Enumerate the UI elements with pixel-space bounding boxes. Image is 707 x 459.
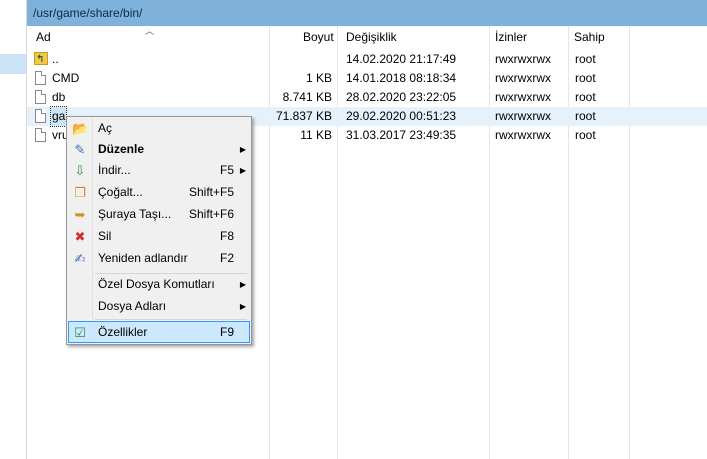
menu-item-file-names[interactable]: Dosya Adları ▶ [69, 296, 249, 317]
sort-ascending-icon: ︿ [145, 26, 155, 36]
left-panel-selection [0, 54, 26, 74]
menu-item-duplicate[interactable]: ❐ Çoğalt... Shift+F5 [69, 182, 249, 203]
menu-item-open[interactable]: 📂 Aç [69, 118, 249, 139]
submenu-arrow-icon: ▶ [239, 145, 246, 154]
file-size: 1 KB [305, 71, 332, 85]
column-name[interactable]: Ad [36, 26, 51, 48]
left-panel-strip[interactable] [0, 0, 27, 459]
menu-item-download[interactable]: ⇩ İndir... F5 ▶ [69, 160, 249, 181]
file-name: .. [52, 52, 59, 66]
menu-item-edit[interactable]: ✎ Düzenle ▶ [69, 139, 249, 160]
file-owner: root [575, 71, 596, 85]
menu-item-rename[interactable]: ✍ Yeniden adlandır F2 [69, 248, 249, 269]
menu-item-label: Çoğalt... [98, 185, 143, 199]
menu-item-label: Aç [98, 121, 113, 135]
file-size: 71.837 KB [275, 109, 332, 123]
download-icon: ⇩ [74, 163, 86, 178]
submenu-arrow-icon: ▶ [239, 166, 246, 175]
file-modified: 29.02.2020 00:51:23 [346, 109, 457, 123]
file-size: 8.741 KB [282, 90, 332, 104]
column-header: Ad ︿ Boyut Değişiklik İzinler Sahip [27, 26, 707, 48]
file-name: ga [49, 106, 68, 127]
file-permissions: rwxrwxrwx [495, 52, 551, 66]
menu-item-properties[interactable]: ☑ Özellikler F9 [68, 321, 250, 343]
file-row[interactable]: CMD 1 KB 14.01.2018 08:18:34 rwxrwxrwx r… [27, 69, 707, 88]
duplicate-icon: ❐ [74, 185, 86, 200]
submenu-arrow-icon: ▶ [239, 302, 246, 311]
menu-item-label: Yeniden adlandır [98, 251, 188, 265]
menu-item-move[interactable]: ➥ Şuraya Taşı... Shift+F6 [69, 204, 249, 225]
menu-item-shortcut: Shift+F5 [188, 185, 234, 199]
file-icon [35, 71, 46, 85]
file-icon [35, 90, 46, 104]
menu-item-shortcut: F2 [219, 251, 234, 265]
parent-folder-icon: ↰ [34, 52, 48, 65]
file-permissions: rwxrwxrwx [495, 109, 551, 123]
file-name: CMD [52, 71, 80, 85]
menu-separator [95, 319, 247, 320]
menu-item-label: Sil [98, 229, 112, 243]
file-size: 11 KB [300, 128, 332, 142]
column-permissions[interactable]: İzinler [495, 26, 527, 48]
submenu-arrow-icon: ▶ [239, 280, 246, 289]
file-permissions: rwxrwxrwx [495, 128, 551, 142]
file-permissions: rwxrwxrwx [495, 71, 551, 85]
column-size[interactable]: Boyut [303, 26, 334, 48]
properties-icon: ☑ [74, 325, 86, 340]
current-path: /usr/game/share/bin/ [33, 6, 143, 20]
move-icon: ➥ [74, 207, 86, 222]
file-permissions: rwxrwxrwx [495, 90, 551, 104]
menu-item-shortcut: F8 [219, 229, 234, 243]
file-owner: root [575, 90, 596, 104]
file-owner: root [575, 128, 596, 142]
menu-item-shortcut: F9 [219, 325, 234, 339]
path-bar[interactable]: /usr/game/share/bin/ [27, 0, 707, 26]
menu-item-shortcut: F5 [219, 163, 234, 177]
menu-item-delete[interactable]: ✖ Sil F8 [69, 226, 249, 247]
file-modified: 14.02.2020 21:17:49 [346, 52, 457, 66]
file-owner: root [575, 52, 596, 66]
menu-item-label: Şuraya Taşı... [98, 207, 172, 221]
file-modified: 28.02.2020 23:22:05 [346, 90, 457, 104]
file-modified: 14.01.2018 08:18:34 [346, 71, 457, 85]
menu-item-label: Düzenle [98, 142, 145, 156]
file-name: db [52, 90, 66, 104]
column-owner[interactable]: Sahip [574, 26, 605, 48]
menu-item-shortcut: Shift+F6 [188, 207, 234, 221]
file-icon [35, 109, 46, 123]
menu-item-custom-commands[interactable]: Özel Dosya Komutları ▶ [69, 274, 249, 295]
menu-item-label: İndir... [98, 163, 131, 177]
folder-open-icon: 📂 [72, 121, 89, 136]
file-icon [35, 128, 46, 142]
file-modified: 31.03.2017 23:49:35 [346, 128, 457, 142]
rename-icon: ✍ [74, 251, 86, 266]
file-owner: root [575, 109, 596, 123]
menu-item-label: Dosya Adları [98, 299, 167, 313]
menu-item-label: Özellikler [98, 325, 148, 339]
file-row[interactable]: ↰ .. 14.02.2020 21:17:49 rwxrwxrwx root [27, 50, 707, 69]
column-modified[interactable]: Değişiklik [346, 26, 397, 48]
menu-item-label: Özel Dosya Komutları [98, 277, 215, 291]
edit-icon: ✎ [74, 142, 86, 157]
context-menu: 📂 Aç ✎ Düzenle ▶ ⇩ İndir... F5 ▶ ❐ Çoğal… [66, 116, 252, 345]
delete-icon: ✖ [74, 229, 86, 244]
file-row[interactable]: db 8.741 KB 28.02.2020 23:22:05 rwxrwxrw… [27, 88, 707, 107]
